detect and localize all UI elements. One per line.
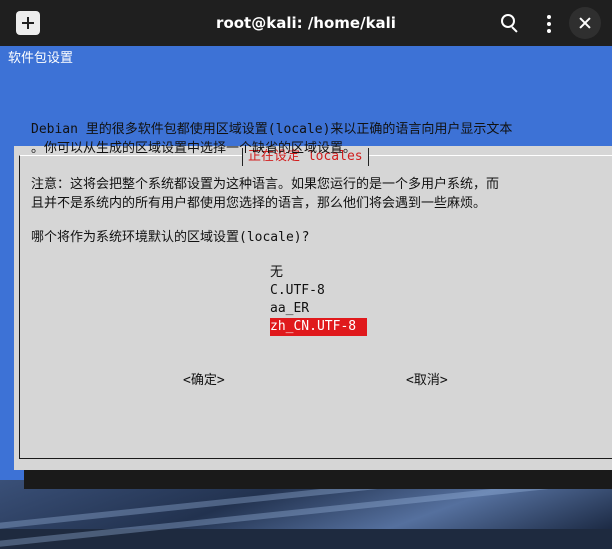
description-line: Debian 里的很多软件包都使用区域设置(locale)来以正确的语言向用户显…: [31, 122, 513, 137]
dialog-shadow: [24, 470, 612, 489]
locale-option[interactable]: 无: [270, 264, 283, 282]
cancel-button[interactable]: <取消>: [406, 372, 448, 390]
description-line: 且并不是系统内的所有用户都使用您选择的语言，那么他们将会遇到一些麻烦。: [31, 196, 487, 211]
description-line: 。你可以从生成的区域设置中选择一个缺省的区域设置。: [31, 141, 357, 156]
description-line: 注意：这将会把整个系统都设置为这种语言。如果您运行的是一个多用户系统，而: [31, 177, 500, 192]
question-line: 哪个将作为系统环境默认的区域设置(locale)?: [31, 230, 310, 245]
backtitle: 软件包设置: [8, 51, 74, 66]
terminal-titlebar: root@kali: /home/kali: [0, 0, 612, 46]
locale-option[interactable]: C.UTF-8: [270, 282, 325, 300]
menu-icon[interactable]: [534, 8, 564, 38]
ok-button[interactable]: <确定>: [183, 372, 225, 390]
close-icon[interactable]: [569, 7, 601, 39]
terminal-screen[interactable]: 软件包设置 正在设定 locales Debian 里的很多软件包都使用区域设置…: [0, 46, 612, 489]
locale-option[interactable]: aa_ER: [270, 300, 309, 318]
locale-option-selected[interactable]: zh_CN.UTF-8: [270, 318, 367, 336]
search-icon[interactable]: [494, 8, 524, 38]
